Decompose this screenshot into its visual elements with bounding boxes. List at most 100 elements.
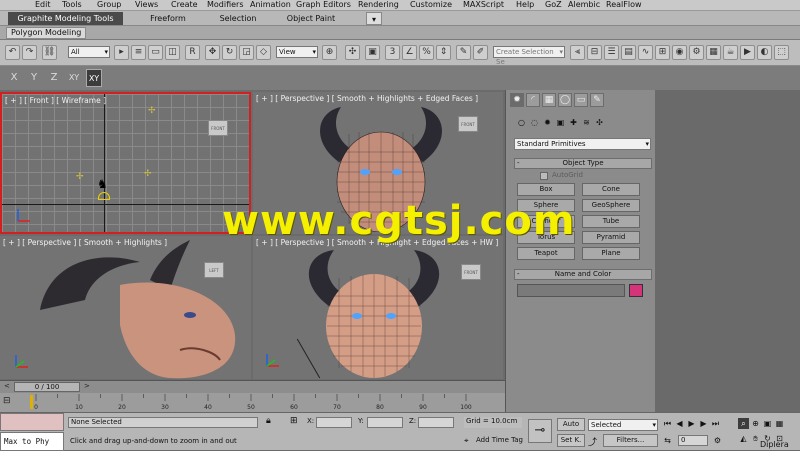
menu-item-edit[interactable]: Edit — [35, 0, 51, 10]
ribbon-options-dropdown[interactable]: ▾ — [366, 12, 382, 25]
menu-item-rendering[interactable]: Rendering — [358, 0, 399, 10]
constraint-xy-button[interactable]: XY — [66, 69, 82, 87]
track-bar[interactable]: ⊟ 0 10 20 30 40 50 60 70 80 90 100 — [0, 393, 505, 412]
cameras-icon[interactable]: ▣ — [555, 117, 566, 128]
rotate-icon[interactable]: ↻ — [222, 45, 237, 60]
percent-snap-icon[interactable]: % — [419, 45, 434, 60]
maxscript-mini-listener[interactable]: Max to Phy — [0, 432, 64, 451]
viewcube-icon[interactable]: FRONT — [208, 120, 228, 136]
create-tab-icon[interactable]: ✹ — [510, 93, 524, 107]
field-of-view-icon[interactable]: ◭ — [738, 433, 749, 444]
rb-icon[interactable]: R — [185, 45, 200, 60]
pyramid-button[interactable]: Pyramid — [582, 231, 640, 244]
absolute-mode-icon[interactable]: ⊞ — [290, 416, 302, 428]
spinner-snap-icon[interactable]: ⇕ — [436, 45, 451, 60]
tab-freeform[interactable]: Freeform — [133, 12, 203, 25]
box-button[interactable]: Box — [517, 183, 575, 196]
viewport-perspective-left[interactable]: [ + ] [ Perspective ] [ Smooth + Highlig… — [0, 236, 251, 379]
maxscript-listener-top[interactable] — [0, 413, 64, 431]
slider-next-icon[interactable]: > — [84, 382, 92, 391]
x-coord-field[interactable] — [316, 417, 352, 428]
key-mode-icon[interactable]: ⇆ — [662, 435, 673, 446]
menu-item-graph-editors[interactable]: Graph Editors — [296, 0, 351, 10]
menu-item-animation[interactable]: Animation — [250, 0, 291, 10]
shapes-icon[interactable]: ◌ — [529, 117, 540, 128]
tab-object-paint[interactable]: Object Paint — [280, 12, 342, 25]
zoom-icon[interactable]: ⌕ — [738, 418, 749, 429]
select-place-icon[interactable]: ◇ — [256, 45, 271, 60]
graphite-toggle-icon[interactable]: ▤ — [621, 45, 636, 60]
selection-filter-dropdown[interactable]: All — [68, 46, 110, 58]
lights-icon[interactable]: ✹ — [542, 117, 553, 128]
helpers-icon[interactable]: ✚ — [568, 117, 579, 128]
zoom-all-icon[interactable]: ⊕ — [750, 418, 761, 429]
material-editor-icon[interactable]: ◉ — [672, 45, 687, 60]
viewport-label[interactable]: [ + ] [ Front ] [ Wireframe ] — [5, 96, 106, 105]
extra-tool-icon[interactable]: ⬚ — [774, 45, 789, 60]
reference-coordinate-dropdown[interactable]: View — [276, 46, 318, 58]
z-coord-field[interactable] — [418, 417, 454, 428]
menu-item-realflow[interactable]: RealFlow — [606, 0, 642, 10]
set-key-icon[interactable]: ⊸ — [528, 419, 552, 443]
systems-icon[interactable]: ✣ — [594, 117, 605, 128]
modify-tab-icon[interactable]: ◜ — [526, 93, 540, 107]
motion-tab-icon[interactable]: ◯ — [558, 93, 572, 107]
layer-manager-icon[interactable]: ☰ — [604, 45, 619, 60]
next-frame-icon[interactable]: ▶ — [698, 418, 709, 429]
play-icon[interactable]: ▶ — [686, 418, 697, 429]
edit-named-selection-icon[interactable]: ✐ — [473, 45, 488, 60]
keyboard-shortcut-override-icon[interactable]: ▣ — [365, 45, 380, 60]
set-key-button[interactable]: Set K. — [557, 434, 585, 447]
render-production-icon[interactable]: ☕ — [723, 45, 738, 60]
menu-item-alembic[interactable]: Alembic — [568, 0, 600, 10]
constraint-y-button[interactable]: Y — [26, 69, 42, 87]
key-filters-button[interactable]: Filters... — [603, 434, 658, 447]
redo-icon[interactable]: ↷ — [22, 45, 37, 60]
move-icon[interactable]: ✥ — [205, 45, 220, 60]
menu-item-views[interactable]: Views — [135, 0, 158, 10]
current-frame-field[interactable]: 0 — [678, 435, 708, 446]
add-time-tag-label[interactable]: Add Time Tag — [466, 436, 523, 444]
geometry-icon[interactable]: ○ — [516, 117, 527, 128]
pivot-center-icon[interactable]: ⊕ — [322, 45, 337, 60]
named-selection-set-dropdown[interactable]: Create Selection Se — [493, 46, 565, 66]
viewport-perspective-bottom[interactable]: [ + ] [ Perspective ] [ Smooth + Highlig… — [253, 236, 503, 379]
object-type-rollout[interactable]: Object Type — [514, 158, 652, 169]
menu-item-tools[interactable]: Tools — [62, 0, 82, 10]
zoom-extents-all-icon[interactable]: ▦ — [774, 418, 785, 429]
render-activeshade-icon[interactable]: ◐ — [757, 45, 772, 60]
tab-graphite-modeling-tools[interactable]: Graphite Modeling Tools — [8, 12, 123, 25]
object-name-input[interactable] — [517, 284, 625, 297]
render-iterative-icon[interactable]: ▶ — [740, 45, 755, 60]
select-object-icon[interactable]: ▸ — [114, 45, 129, 60]
mini-curve-editor-icon[interactable]: ⊟ — [3, 396, 21, 409]
lock-selection-icon[interactable]: 🔒︎ — [266, 416, 278, 428]
menu-item-customize[interactable]: Customize — [410, 0, 452, 10]
rectangular-selection-icon[interactable]: ▭ — [148, 45, 163, 60]
curve-editor-icon[interactable]: ∿ — [638, 45, 653, 60]
go-to-end-icon[interactable]: ⏭ — [710, 418, 721, 429]
tube-button[interactable]: Tube — [582, 215, 640, 228]
zoom-extents-icon[interactable]: ▣ — [762, 418, 773, 429]
time-slider[interactable]: < 0 / 100 > — [0, 380, 505, 393]
utilities-tab-icon[interactable]: ✎ — [590, 93, 604, 107]
undo-icon[interactable]: ↶ — [5, 45, 20, 60]
primitive-category-dropdown[interactable]: Standard Primitives — [514, 138, 651, 150]
select-by-name-icon[interactable]: ≡ — [131, 45, 146, 60]
slider-prev-icon[interactable]: < — [4, 382, 12, 391]
object-color-swatch[interactable] — [629, 284, 643, 297]
render-setup-icon[interactable]: ⚙ — [689, 45, 704, 60]
menu-item-help[interactable]: Help — [516, 0, 534, 10]
constraint-x-button[interactable]: X — [6, 69, 22, 87]
hierarchy-tab-icon[interactable]: ▦ — [542, 93, 556, 107]
snaps-toggle-icon[interactable]: 3 — [385, 45, 400, 60]
constraint-xy-toggle-button[interactable]: XY — [86, 69, 102, 87]
menu-item-modifiers[interactable]: Modifiers — [207, 0, 244, 10]
rendered-frame-window-icon[interactable]: ▦ — [706, 45, 721, 60]
display-tab-icon[interactable]: ▭ — [574, 93, 588, 107]
key-filter-dropdown[interactable]: Selected — [588, 419, 658, 431]
time-slider-thumb[interactable]: 0 / 100 — [14, 382, 80, 392]
auto-key-button[interactable]: Auto — [557, 418, 585, 431]
scale-icon[interactable]: ◲ — [239, 45, 254, 60]
key-tangent-icon[interactable]: ⤴ — [588, 435, 600, 448]
